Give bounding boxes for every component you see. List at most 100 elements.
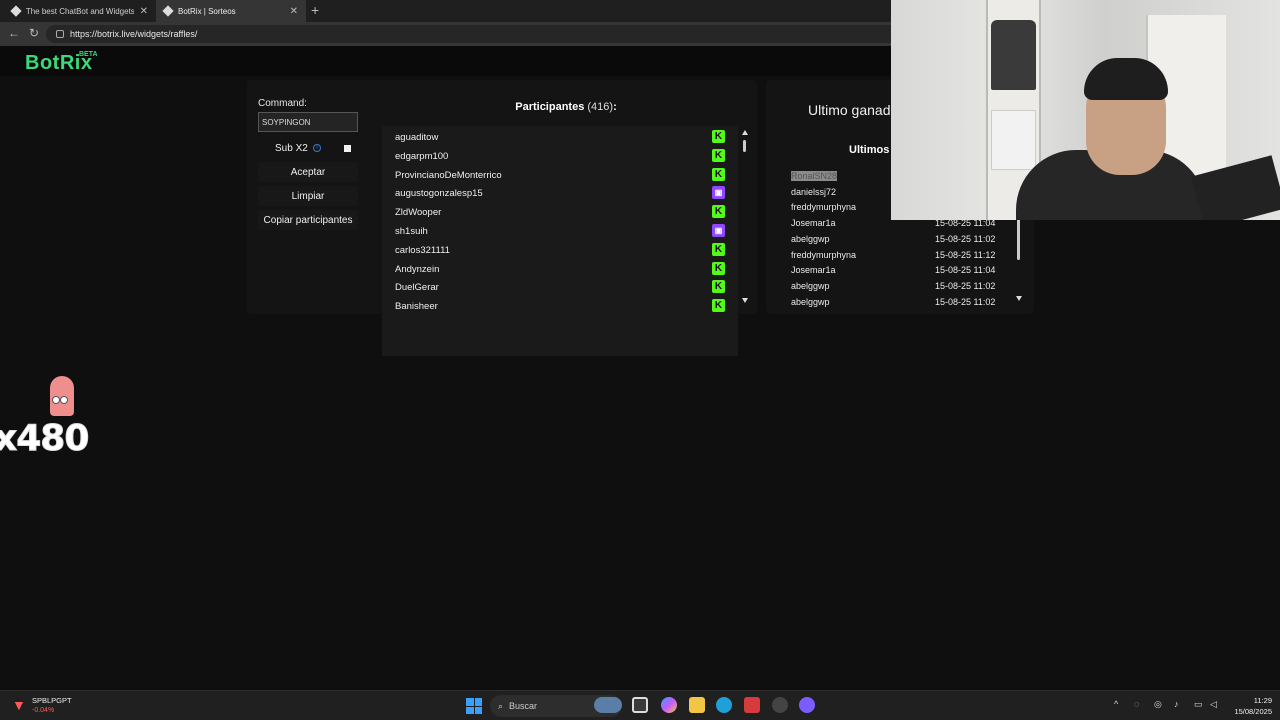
- stock-change: -0.04%: [32, 707, 55, 714]
- tray-chevron-icon[interactable]: ^: [1114, 699, 1118, 709]
- sticker-eye-icon: [52, 396, 60, 404]
- webcam-clothes: [991, 20, 1036, 90]
- command-input[interactable]: SOYPINGON: [258, 112, 358, 132]
- sub-x2-row: Sub X2 i: [258, 140, 358, 158]
- widgets-icon[interactable]: [594, 697, 622, 713]
- reload-icon[interactable]: ↻: [29, 26, 39, 40]
- task-view-icon[interactable]: [632, 697, 648, 713]
- kick-platform-icon: K: [712, 280, 725, 294]
- winner-name: RonalSN28: [791, 171, 838, 181]
- clear-button[interactable]: Limpiar: [258, 186, 358, 206]
- winners-scrollbar[interactable]: [1015, 218, 1025, 304]
- participants-scrollbar[interactable]: [741, 130, 751, 306]
- search-placeholder: Buscar: [509, 701, 538, 711]
- winner-name: danielssj72: [791, 186, 837, 197]
- participant-name: ProvincianoDeMonterrico: [395, 169, 502, 181]
- url-field[interactable]: https://botrix.live/widgets/raffles/: [46, 25, 906, 43]
- participant-row[interactable]: augustogonzalesp15 ▣: [382, 183, 738, 202]
- participants-count: (416): [587, 101, 614, 113]
- scroll-thumb[interactable]: [743, 140, 746, 152]
- winner-name: abelggwp: [791, 296, 830, 307]
- winner-row[interactable]: Josemar1a 15-08-25 11:04: [773, 262, 1029, 278]
- taskbar-clock[interactable]: 11:29 15/08/2025: [1228, 695, 1272, 717]
- clock-date: 15/08/2025: [1234, 707, 1272, 716]
- participant-name: ZldWooper: [395, 207, 442, 219]
- scroll-up-arrow-icon[interactable]: [742, 130, 748, 135]
- participant-row[interactable]: ProvincianoDeMonterrico K: [382, 165, 738, 184]
- accept-button[interactable]: Aceptar: [258, 162, 358, 182]
- office-icon[interactable]: [744, 697, 760, 713]
- participant-name: carlos321111: [395, 244, 450, 256]
- discord-icon[interactable]: [799, 697, 815, 713]
- winner-date: 15-08-25 11:02: [935, 296, 996, 307]
- winner-name: abelggwp: [791, 233, 830, 244]
- microphone-icon[interactable]: ♪: [1174, 699, 1179, 709]
- url-text: https://botrix.live/widgets/raffles/: [70, 29, 198, 39]
- kick-platform-icon: K: [712, 148, 725, 162]
- winner-row[interactable]: abelggwp 15-08-25 11:02: [773, 294, 1029, 310]
- sub-x2-checkbox[interactable]: [344, 145, 351, 152]
- stock-name[interactable]: SPBLPGPT: [32, 696, 72, 705]
- copy-participants-button[interactable]: Copiar participantes: [258, 210, 358, 230]
- tray-app-icon[interactable]: ◎: [1154, 699, 1162, 710]
- copilot-icon[interactable]: [661, 697, 677, 713]
- network-icon[interactable]: ▭: [1194, 699, 1203, 710]
- participant-row[interactable]: ZldWooper K: [382, 202, 738, 221]
- new-tab-button[interactable]: +: [311, 2, 319, 18]
- sticker-x480-text: x480: [0, 418, 90, 460]
- tab-chatbot[interactable]: The best ChatBot and Widgets fo ✕: [4, 0, 156, 22]
- windows-start-icon[interactable]: [466, 698, 482, 714]
- sticker-eye-icon: [60, 396, 68, 404]
- kick-platform-icon: K: [712, 242, 725, 256]
- last-winner-title: Ultimo ganad: [808, 102, 891, 118]
- kick-platform-icon: K: [712, 261, 725, 275]
- kick-platform-icon: K: [712, 167, 725, 181]
- kick-platform-icon: K: [712, 205, 725, 219]
- chrome-icon[interactable]: [772, 697, 788, 713]
- command-label: Command:: [258, 98, 307, 109]
- stock-chart-icon[interactable]: ▼: [12, 697, 28, 713]
- site-favicon-icon: [162, 5, 174, 17]
- winner-row[interactable]: abelggwp 15-08-25 11:02: [773, 231, 1029, 247]
- windows-taskbar: ▼ SPBLPGPT -0.04% ⌕ Buscar ^ ◌ ◎ ♪ ▭ ◁ 1…: [0, 690, 1280, 720]
- participant-row[interactable]: sh1suih ▣: [382, 221, 738, 240]
- info-icon[interactable]: i: [313, 144, 321, 152]
- webcam-clothes: [991, 110, 1036, 170]
- site-info-icon[interactable]: [56, 30, 64, 38]
- scroll-down-arrow-icon[interactable]: [1016, 296, 1022, 301]
- twitch-platform-icon: ▣: [712, 224, 725, 237]
- winner-name: Josemar1a: [791, 218, 836, 229]
- participant-row[interactable]: aguaditow K: [382, 127, 738, 146]
- scroll-thumb[interactable]: [1017, 218, 1020, 260]
- winner-date: 15-08-25 11:04: [935, 265, 996, 276]
- participants-colon: :: [613, 101, 617, 113]
- beta-badge: BETA: [79, 51, 98, 58]
- participant-name: Banisheer: [395, 301, 438, 313]
- participant-row[interactable]: DuelGerar K: [382, 277, 738, 296]
- participant-name: edgarpm100: [395, 150, 449, 162]
- tab-title: The best ChatBot and Widgets fo: [25, 6, 134, 16]
- tray-app-icon[interactable]: ◌: [1134, 699, 1139, 709]
- close-tab-icon[interactable]: ✕: [290, 6, 298, 17]
- participant-row[interactable]: Andynzein K: [382, 259, 738, 278]
- participant-row[interactable]: edgarpm100 K: [382, 146, 738, 165]
- winner-date: 15-08-25 11:02: [935, 280, 996, 291]
- winner-name: Josemar1a: [791, 265, 836, 276]
- volume-icon[interactable]: ◁: [1210, 699, 1217, 710]
- participant-row[interactable]: carlos321111 K: [382, 240, 738, 259]
- winner-name: freddymurphyna: [791, 249, 857, 260]
- tab-botrix-sorteos[interactable]: BotRix | Sorteos ✕: [156, 0, 306, 22]
- winner-name: abelggwp: [791, 280, 830, 291]
- winner-row[interactable]: abelggwp 15-08-25 11:02: [773, 278, 1029, 294]
- participants-title: Participantes: [515, 101, 585, 113]
- participants-list[interactable]: aguaditow Kedgarpm100 K ProvincianoDeMonter…: [382, 126, 738, 356]
- clock-time: 11:29: [1253, 696, 1272, 705]
- tab-title: BotRix | Sorteos: [178, 6, 236, 16]
- scroll-down-arrow-icon[interactable]: [742, 298, 748, 303]
- winner-row[interactable]: freddymurphyna 15-08-25 11:12: [773, 247, 1029, 263]
- edge-browser-icon[interactable]: [716, 697, 732, 713]
- file-explorer-icon[interactable]: [689, 697, 705, 713]
- participant-row[interactable]: Banisheer K: [382, 296, 738, 315]
- close-tab-icon[interactable]: ✕: [140, 6, 148, 17]
- back-arrow-icon[interactable]: ←: [8, 26, 20, 40]
